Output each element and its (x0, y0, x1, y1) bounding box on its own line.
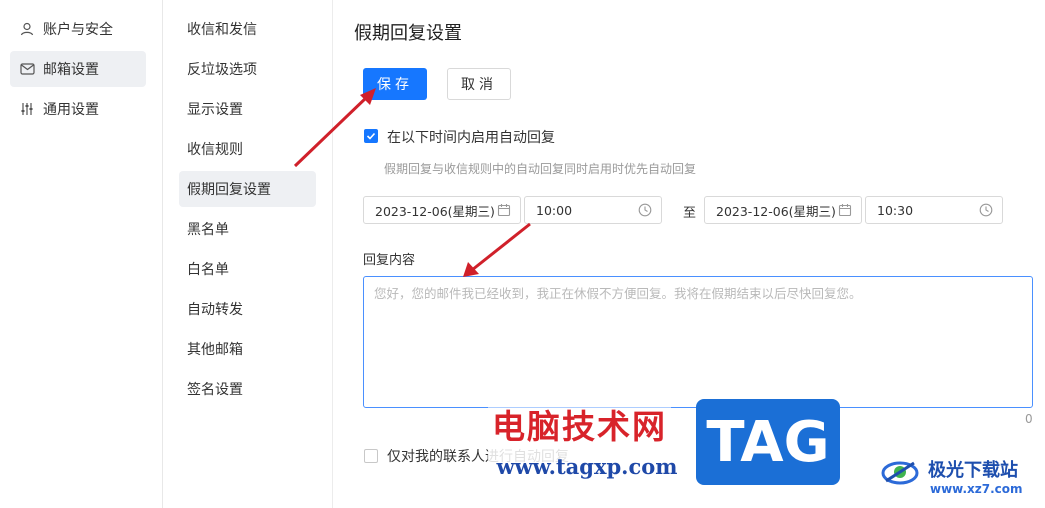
watermark-site-name: 极光下载站 (928, 460, 1018, 481)
sidebar-item-account-security[interactable]: 账户与安全 (10, 11, 146, 47)
page-title: 假期回复设置 (354, 23, 462, 44)
watermark-site-url: www.xz7.com (930, 482, 1023, 496)
subnav-item-anti-spam[interactable]: 反垃圾选项 (179, 51, 316, 87)
start-date-picker[interactable]: 2023-12-06(星期三) (363, 196, 521, 224)
mail-settings-icon (19, 61, 35, 77)
subnav-item-receive-rules[interactable]: 收信规则 (179, 131, 316, 167)
clock-icon (979, 203, 993, 217)
char-count: 0 (1025, 412, 1033, 426)
calendar-icon (838, 203, 852, 217)
sidebar-item-label: 邮箱设置 (43, 62, 99, 78)
sidebar-item-label: 通用设置 (43, 102, 99, 118)
sidebar-item-label: 账户与安全 (43, 22, 113, 38)
save-button[interactable]: 保存 (363, 68, 427, 100)
primary-sidebar: 账户与安全 邮箱设置 通用设置 (0, 0, 163, 508)
end-date-picker[interactable]: 2023-12-06(星期三) (704, 196, 862, 224)
settings-subnav: 收信和发信 反垃圾选项 显示设置 收信规则 假期回复设置 黑名单 白名单 自动转… (163, 0, 333, 508)
watermark-cn-text: 电脑技术网 (488, 400, 671, 448)
reply-content-label: 回复内容 (363, 253, 416, 268)
end-time-picker[interactable]: 10:30 (865, 196, 1003, 224)
reply-content-textarea[interactable] (363, 276, 1033, 408)
enable-auto-reply-label: 在以下时间内启用自动回复 (387, 130, 555, 146)
end-date-value: 2023-12-06(星期三) (716, 203, 836, 219)
subnav-item-auto-forward[interactable]: 自动转发 (179, 291, 316, 327)
sidebar-item-mailbox-settings[interactable]: 邮箱设置 (10, 51, 146, 87)
watermark-tag-logo: TAG (696, 399, 840, 485)
priority-hint: 假期回复与收信规则中的自动回复同时启用时优先自动回复 (384, 162, 697, 176)
subnav-item-signature[interactable]: 签名设置 (179, 371, 316, 407)
subnav-item-vacation-reply[interactable]: 假期回复设置 (179, 171, 316, 207)
user-icon (19, 21, 35, 37)
subnav-item-other-mailboxes[interactable]: 其他邮箱 (179, 331, 316, 367)
sliders-icon (19, 101, 35, 117)
watermark-url: www.tagxp.com (488, 448, 686, 484)
site-logo-icon (881, 461, 919, 485)
cancel-button[interactable]: 取消 (447, 68, 511, 100)
calendar-icon (497, 203, 511, 217)
enable-auto-reply-checkbox[interactable] (364, 129, 378, 143)
subnav-item-blacklist[interactable]: 黑名单 (179, 211, 316, 247)
end-time-value: 10:30 (877, 202, 914, 218)
start-date-value: 2023-12-06(星期三) (375, 203, 495, 219)
subnav-item-receive-send[interactable]: 收信和发信 (179, 11, 316, 47)
to-label: 至 (683, 206, 697, 221)
clock-icon (638, 203, 652, 217)
vacation-reply-panel: 假期回复设置 保存 取消 在以下时间内启用自动回复 假期回复与收信规则中的自动回… (333, 0, 1045, 508)
sidebar-item-general-settings[interactable]: 通用设置 (10, 91, 146, 127)
checkmark-icon (366, 132, 376, 140)
contacts-only-checkbox[interactable] (364, 449, 378, 463)
subnav-item-whitelist[interactable]: 白名单 (179, 251, 316, 287)
start-time-picker[interactable]: 10:00 (524, 196, 662, 224)
start-time-value: 10:00 (536, 202, 573, 218)
subnav-item-display[interactable]: 显示设置 (179, 91, 316, 127)
